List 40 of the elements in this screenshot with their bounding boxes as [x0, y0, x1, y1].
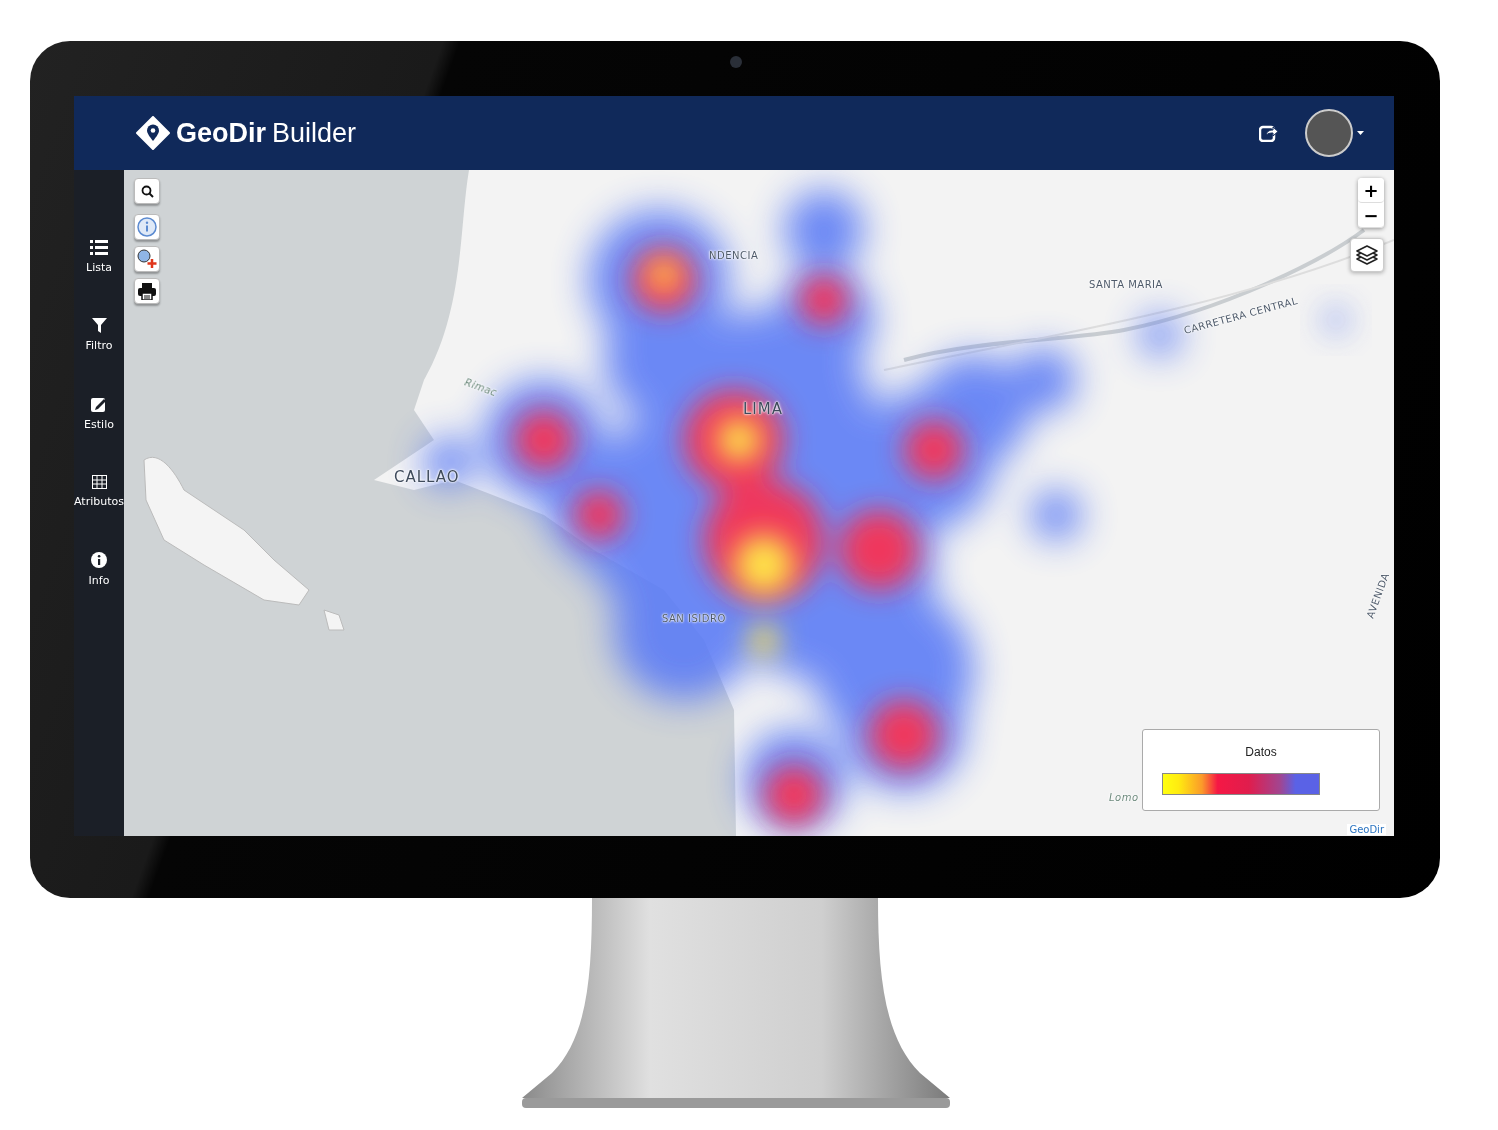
map-tool-button[interactable]: [134, 246, 160, 272]
layers-icon: [1355, 244, 1379, 266]
printer-icon: [138, 282, 156, 300]
map-label: SAN ISIDRO: [662, 613, 726, 624]
map-label: Lomo: [1109, 792, 1139, 803]
islet-drawing: [323, 609, 345, 631]
attribution-link[interactable]: GeoDir: [1347, 824, 1386, 835]
map-tool-button[interactable]: [134, 178, 160, 204]
map-pin-logo-icon: [136, 116, 170, 150]
sidebar-item[interactable]: Atributos: [74, 475, 124, 508]
brand-name: GeoDir: [176, 117, 267, 149]
table-icon: [91, 475, 107, 489]
list-icon: [90, 240, 108, 255]
sidebar-item[interactable]: Info: [74, 552, 124, 587]
map-label: CALLAO: [394, 468, 460, 486]
sidebar-item[interactable]: Estilo: [74, 396, 124, 431]
info-icon: [91, 552, 107, 568]
magnifier-plus-icon: [137, 249, 157, 269]
sidebar-item[interactable]: Lista: [74, 240, 124, 274]
camera-icon: [730, 56, 742, 68]
zoom-out-button[interactable]: −: [1358, 203, 1384, 228]
map-label: NDENCIA: [709, 250, 759, 261]
layers-button[interactable]: [1350, 238, 1384, 272]
avatar[interactable]: [1305, 109, 1353, 157]
heat-spot: [1140, 315, 1180, 355]
caret-icon[interactable]: [1357, 131, 1364, 135]
map-label: SANTA MARIA: [1089, 279, 1163, 290]
filter-icon: [91, 318, 107, 333]
share-icon[interactable]: [1259, 124, 1279, 142]
zoom-in-button[interactable]: +: [1358, 178, 1384, 203]
heat-spot: [1031, 490, 1081, 540]
map-label: Rimac: [463, 376, 499, 399]
edit-icon: [91, 396, 107, 412]
search-icon: [140, 184, 154, 198]
map-tool-button[interactable]: [134, 278, 160, 304]
legend-title: Datos: [1245, 745, 1277, 759]
sidebar-item[interactable]: Filtro: [74, 318, 124, 352]
map-label: LIMA: [743, 400, 783, 418]
brand-subtitle: Builder: [272, 117, 357, 149]
info-icon: [137, 217, 157, 237]
